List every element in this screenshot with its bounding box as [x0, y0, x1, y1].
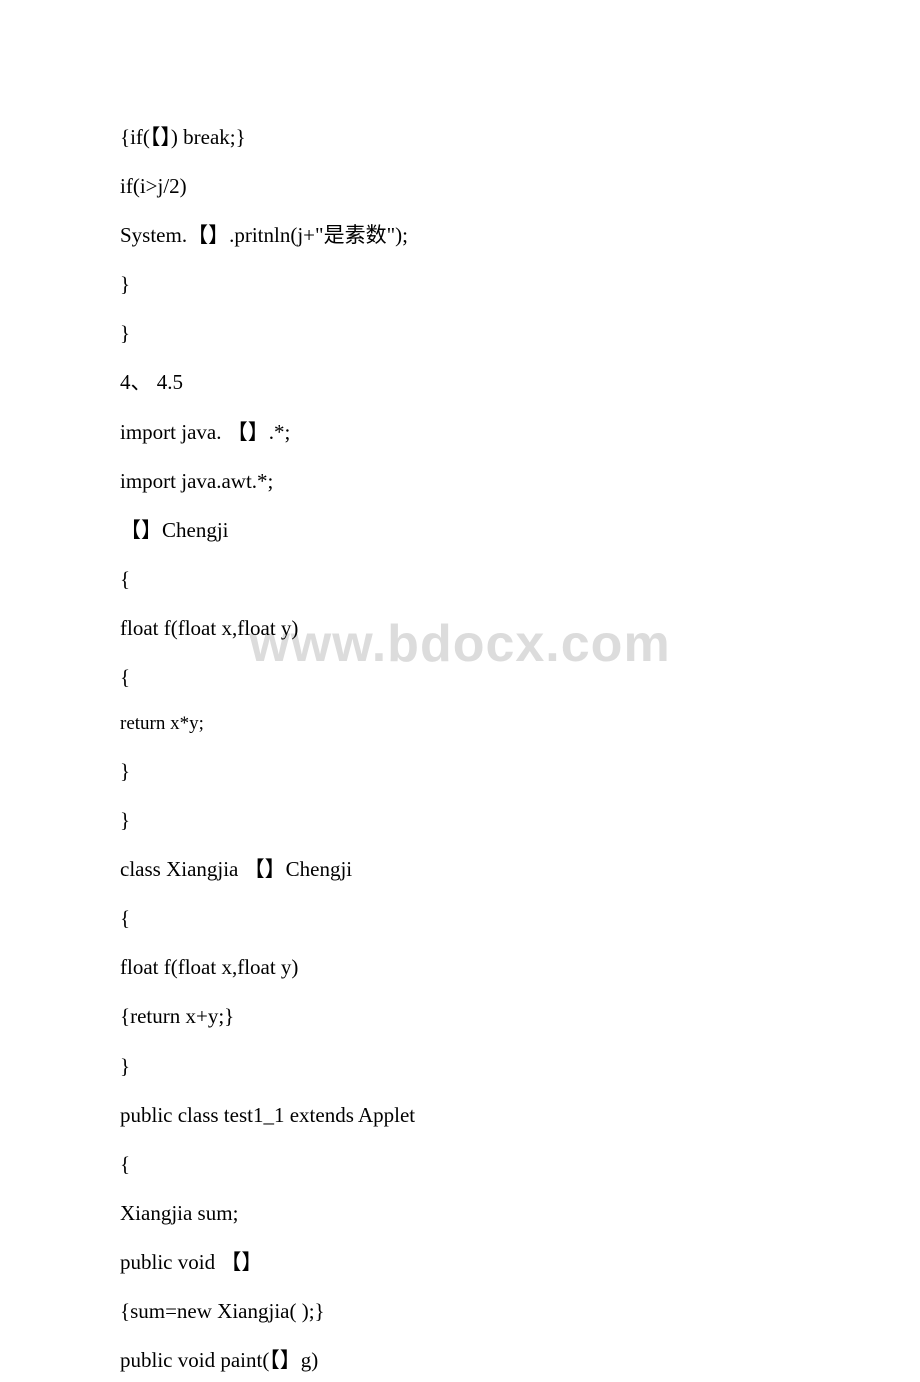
- code-line: float f(float x,float y): [120, 945, 800, 989]
- code-line: 【】Chengji: [120, 508, 800, 552]
- code-line: }: [120, 262, 800, 306]
- code-line: {return x+y;}: [120, 994, 800, 1038]
- code-line: {: [120, 1142, 800, 1186]
- code-line: }: [120, 1044, 800, 1088]
- code-line: import java.awt.*;: [120, 459, 800, 503]
- code-line: {: [120, 557, 800, 601]
- code-line: 4、 4.5: [120, 360, 800, 404]
- code-line: public void 【】: [120, 1240, 800, 1284]
- code-line: public class test1_1 extends Applet: [120, 1093, 800, 1137]
- code-line: import java. 【】.*;: [120, 410, 800, 454]
- code-line: }: [120, 749, 800, 793]
- code-line: }: [120, 798, 800, 842]
- code-line: {: [120, 896, 800, 940]
- document-content: {if(【】) break;} if(i>j/2) System.【】.prit…: [120, 115, 800, 1382]
- code-line: return x*y;: [120, 704, 800, 744]
- code-line: float f(float x,float y): [120, 606, 800, 650]
- code-line: if(i>j/2): [120, 164, 800, 208]
- code-line: public void paint(【】g): [120, 1338, 800, 1382]
- code-line: }: [120, 311, 800, 355]
- code-line: {if(【】) break;}: [120, 115, 800, 159]
- code-line: {: [120, 655, 800, 699]
- code-line: class Xiangjia 【】Chengji: [120, 847, 800, 891]
- code-line: System.【】.pritnln(j+"是素数");: [120, 213, 800, 257]
- code-line: Xiangjia sum;: [120, 1191, 800, 1235]
- code-line: {sum=new Xiangjia( );}: [120, 1289, 800, 1333]
